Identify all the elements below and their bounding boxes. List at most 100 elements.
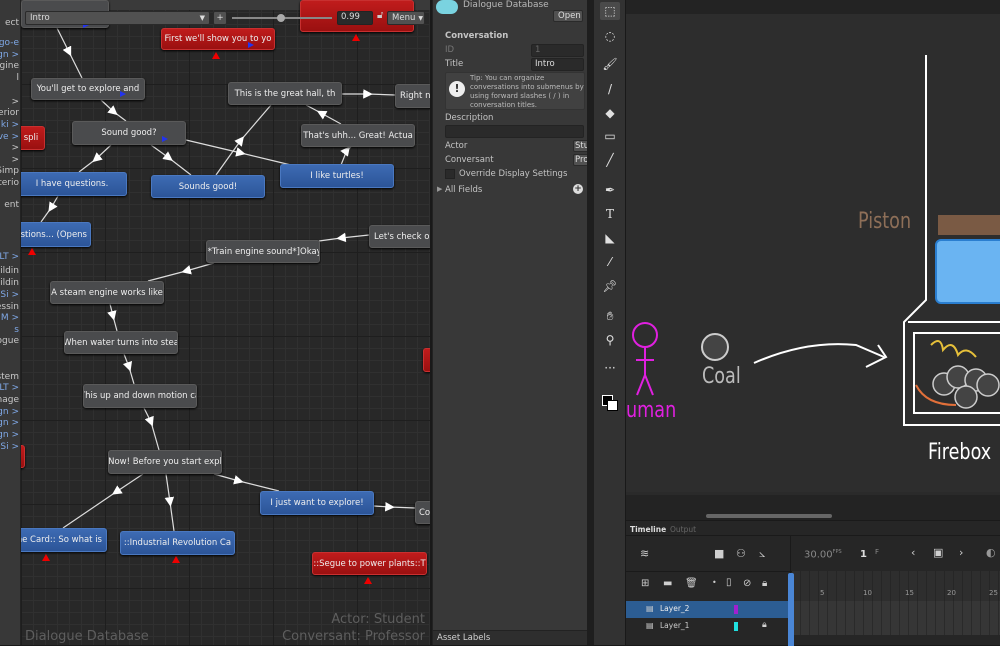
sidebar-item[interactable]: Si > <box>0 290 19 300</box>
tab-output[interactable]: Output <box>670 525 696 534</box>
previous-frame-icon[interactable]: ‹ <box>911 546 915 559</box>
sidebar-item[interactable]: LT > <box>0 252 19 262</box>
hand-tool-icon[interactable]: ✋︎ <box>600 307 620 325</box>
sidebar-item[interactable]: ki > <box>1 120 19 130</box>
zoom-slider[interactable] <box>232 14 332 22</box>
layer-color-swatch[interactable] <box>734 605 738 614</box>
node-questions[interactable]: I have questions. <box>21 172 127 196</box>
zoom-field[interactable]: 0.99 <box>337 11 373 25</box>
sidebar-item[interactable]: uildin <box>0 266 19 276</box>
sidebar-item[interactable]: ogue <box>0 336 19 346</box>
outline-icon[interactable]: ▯ <box>726 577 732 588</box>
sidebar-item[interactable]: ve > <box>0 132 19 142</box>
camera-icon[interactable]: ■ <box>714 547 724 560</box>
new-layer-icon[interactable]: ⊞ <box>641 578 649 589</box>
rectangle-tool-icon[interactable]: ▭ <box>600 127 620 145</box>
hide-all-icon[interactable]: ⊘ <box>743 578 751 589</box>
graph-icon[interactable]: ⦣ <box>759 547 765 561</box>
node-check-out[interactable]: Let's check ou <box>369 225 430 248</box>
eraser-tool-icon[interactable]: ◆ <box>600 104 620 122</box>
node-red-edge[interactable] <box>423 348 430 372</box>
node-water[interactable]: When water turns into stea <box>64 331 178 354</box>
lock-icon[interactable]: 🔒︎ <box>762 620 767 630</box>
node-co[interactable]: Co <box>415 501 430 524</box>
pin-tool-icon[interactable]: 📌︎ <box>600 277 620 295</box>
selection-tool-icon[interactable]: ⬚ <box>600 2 620 20</box>
sidebar-item[interactable]: LT > <box>0 383 19 393</box>
sidebar-item[interactable]: > <box>11 155 19 165</box>
sidebar-item[interactable]: M > <box>1 313 19 323</box>
sidebar-item[interactable]: terior <box>0 108 19 118</box>
tab-timeline[interactable]: Timeline <box>630 525 666 534</box>
delete-layer-icon[interactable]: 🗑︎ <box>685 578 698 589</box>
node-right-now[interactable]: Right ne <box>395 84 430 108</box>
sidebar-item[interactable]: gn > <box>0 418 19 428</box>
playhead[interactable] <box>788 573 794 646</box>
sidebar-item[interactable]: gn > <box>0 430 19 440</box>
node-explore[interactable]: You'll get to explore and <box>31 78 145 100</box>
brush-tool-icon[interactable]: / <box>600 80 620 98</box>
sidebar-item[interactable]: Si > <box>0 442 19 452</box>
next-frame-icon[interactable]: › <box>959 546 963 559</box>
node-first-show[interactable]: First we'll show you to yo <box>161 28 275 50</box>
description-field[interactable] <box>445 125 584 138</box>
node-red-left[interactable] <box>21 445 25 468</box>
node-segue[interactable]: ::Segue to power plants::T <box>312 552 427 575</box>
eyedropper-tool-icon[interactable]: ⁄ <box>600 253 620 271</box>
node-industrial[interactable]: ::Industrial Revolution Ca <box>120 531 235 555</box>
sidebar-item[interactable]: nage <box>0 395 19 405</box>
node-up-down[interactable]: This up and down motion ca <box>83 384 197 408</box>
sidebar-item[interactable]: ect <box>5 18 19 28</box>
sidebar-item[interactable]: gn > <box>0 407 19 417</box>
all-fields-foldout[interactable]: All Fields <box>445 185 482 195</box>
new-folder-icon[interactable]: ▬ <box>663 578 672 589</box>
add-conversation-button[interactable]: + <box>213 11 227 25</box>
node-steam-engine[interactable]: A steam engine works like <box>50 281 164 304</box>
title-field[interactable]: Intro <box>531 58 584 71</box>
override-checkbox[interactable] <box>445 169 455 179</box>
stage-canvas[interactable]: Piston Coal uman Firebox <box>626 0 1000 495</box>
layers-icon[interactable]: ≋ <box>640 547 649 560</box>
node-turtles[interactable]: I like turtles! <box>280 164 394 188</box>
conversation-dropdown[interactable]: Intro ▼ <box>25 11 210 25</box>
play-stop-icon[interactable]: ▣ <box>933 546 943 559</box>
layer-color-swatch[interactable] <box>734 622 738 631</box>
highlight-dot-icon[interactable]: • <box>712 578 717 587</box>
sidebar-item[interactable]: ogo-e <box>0 38 19 48</box>
sidebar-item[interactable]: > <box>11 97 19 107</box>
node-great-hall[interactable]: This is the great hall, th <box>228 82 342 105</box>
sidebar-item[interactable]: s <box>14 325 19 335</box>
hierarchy-sidebar[interactable]: ectogo-egn >ginel>teriorki >ve >>>Simpte… <box>0 0 21 645</box>
node-sound-good[interactable]: Sound good? <box>72 121 186 145</box>
lock-all-icon[interactable]: 🔒︎ <box>762 578 767 589</box>
sidebar-item[interactable]: essin <box>0 302 19 312</box>
sidebar-item[interactable]: uildin <box>0 278 19 288</box>
zoom-slider-thumb[interactable] <box>277 14 285 22</box>
sidebar-item[interactable]: > <box>11 143 19 153</box>
more-tools-icon[interactable]: ··· <box>600 359 620 377</box>
menu-dropdown[interactable]: Menu ▼ <box>387 11 425 25</box>
foldout-arrow-icon[interactable]: ▶ <box>437 185 442 193</box>
node-questions-opens[interactable]: stions... (Opens <box>21 222 91 247</box>
pen-tool-icon[interactable]: ✒︎ <box>600 181 620 199</box>
onion-skin-icon[interactable]: ◐ <box>986 546 996 559</box>
sidebar-item[interactable]: terio <box>0 178 19 188</box>
add-field-icon[interactable]: + <box>573 184 583 194</box>
lock-icon[interactable]: 🔓︎ <box>377 10 383 21</box>
node-just-explore[interactable]: I just want to explore! <box>260 491 374 515</box>
sidebar-item[interactable]: stem <box>0 372 19 382</box>
paint-bucket-tool-icon[interactable]: ◣ <box>600 229 620 247</box>
paint-brush-tool-icon[interactable]: 🖌︎ <box>600 55 620 73</box>
node-thats-uhh[interactable]: That's uhh... Great! Actua <box>301 124 415 147</box>
text-tool-icon[interactable]: T <box>600 205 620 223</box>
sidebar-item[interactable]: gn > <box>0 50 19 60</box>
sidebar-item[interactable]: gine <box>0 61 19 71</box>
node-train[interactable]: [*Train engine sound*]Okay <box>206 240 320 263</box>
layer-parenting-icon[interactable]: ⚇ <box>736 547 746 560</box>
fps-value[interactable]: 30.00FPS <box>804 549 842 560</box>
horizontal-scrollbar[interactable] <box>706 514 832 518</box>
frames-grid[interactable] <box>792 601 1000 635</box>
node-spli[interactable]: spli <box>21 126 45 150</box>
node-card[interactable]: he Card:: So what is <box>21 528 107 552</box>
fill-color-swatch[interactable] <box>607 400 618 411</box>
